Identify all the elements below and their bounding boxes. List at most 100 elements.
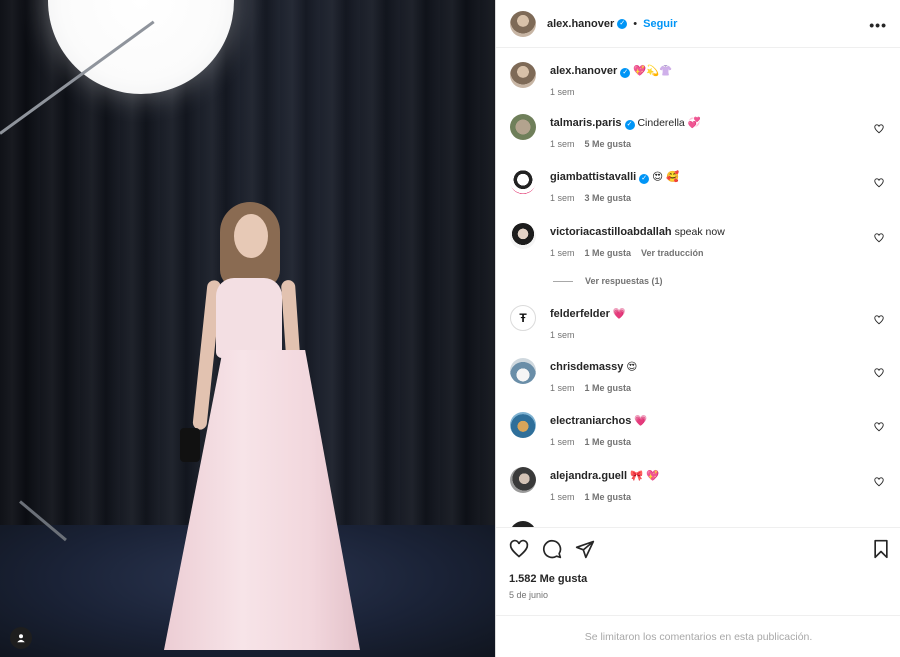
tagged-users-button[interactable] — [10, 627, 32, 649]
comment-likes[interactable]: 3 Me gusta — [585, 193, 632, 203]
comment-text: 😍 — [626, 361, 638, 373]
commenter-avatar[interactable]: Ŧ — [510, 305, 536, 331]
verified-badge-icon: ✓ — [620, 68, 631, 78]
comment-time[interactable]: 1 sem — [550, 492, 575, 502]
send-icon[interactable] — [575, 539, 595, 559]
commenter-avatar[interactable] — [510, 114, 536, 140]
pink-gown — [164, 350, 360, 650]
comment-body: chrisdemassy 😍 1 sem 1 Me gusta — [550, 360, 870, 393]
commenter-avatar[interactable] — [510, 412, 536, 438]
comment-username[interactable]: alejandra.guell — [550, 470, 627, 482]
model-figure — [150, 200, 390, 657]
comment-likes[interactable]: 1 Me gusta — [585, 248, 632, 258]
comment-text: speak now — [674, 226, 725, 238]
like-comment-icon[interactable] — [874, 315, 884, 325]
post-header: alex.hanover ✓ • Seguir ••• — [496, 0, 900, 48]
comment-likes[interactable]: 5 Me gusta — [585, 139, 632, 149]
commenter-avatar[interactable] — [510, 168, 536, 194]
like-comment-icon[interactable] — [874, 124, 884, 134]
author-info: alex.hanover ✓ • Seguir — [547, 18, 677, 30]
comment-line: felderfelder 💗 — [550, 307, 870, 321]
comment-body: alex.hanover ✓ 💖💫👚 1 sem — [550, 64, 870, 97]
comment-meta: 1 sem — [550, 330, 870, 340]
commenter-avatar[interactable] — [510, 62, 536, 88]
commenter-avatar[interactable] — [510, 467, 536, 493]
commenter-avatar[interactable] — [510, 223, 536, 249]
comment-username[interactable]: chrisdemassy — [550, 361, 623, 373]
view-replies-label: Ver respuestas (1) — [585, 276, 663, 286]
commenter-avatar[interactable] — [510, 358, 536, 384]
heart-icon[interactable] — [509, 539, 529, 559]
author-username[interactable]: alex.hanover — [547, 18, 614, 30]
bodice — [216, 278, 282, 358]
comment-body: victoriacastilloabdallah speak now 1 sem… — [550, 225, 870, 258]
comment-username[interactable]: victoriacastilloabdallah — [550, 226, 672, 238]
comment-username[interactable]: giambattistavalli — [550, 171, 636, 183]
author-avatar[interactable] — [510, 10, 536, 37]
comment-likes[interactable]: 1 Me gusta — [585, 437, 632, 447]
comment-meta: 1 sem 3 Me gusta — [550, 193, 870, 203]
comment-line: talmaris.paris ✓ Cinderella 💞 — [550, 116, 870, 130]
comment-username[interactable]: felderfelder — [550, 308, 610, 320]
verified-badge-icon: ✓ — [617, 18, 628, 29]
view-replies-button[interactable]: Ver respuestas (1) — [553, 276, 663, 286]
post-actions: 1.582 Me gusta 5 de junio — [496, 527, 900, 615]
comment-time[interactable]: 1 sem — [550, 193, 575, 203]
comment-text: 💖💫👚 — [633, 65, 673, 77]
comment-line: victoriacastilloabdallah speak now — [550, 225, 870, 239]
comment-text: 💗 — [612, 308, 626, 320]
like-comment-icon[interactable] — [874, 368, 884, 378]
like-comment-icon[interactable] — [874, 422, 884, 432]
comment-meta: 1 sem 1 Me gusta Ver traducción — [550, 248, 870, 258]
replies-divider — [553, 280, 573, 282]
see-translation-link[interactable]: Ver traducción — [641, 248, 704, 258]
comments-list[interactable]: alex.hanover ✓ 💖💫👚 1 sem talmaris.paris ✓ … — [496, 48, 900, 527]
comments-disabled-text: Se limitaron los comentarios en esta pub… — [584, 630, 813, 643]
comments-disabled-notice: Se limitaron los comentarios en esta pub… — [496, 615, 900, 657]
comment-text: 💗 — [634, 415, 648, 427]
more-options-icon[interactable]: ••• — [869, 17, 887, 33]
comment-time[interactable]: 1 sem — [550, 139, 575, 149]
comment-username[interactable]: talmaris.paris — [550, 117, 622, 129]
comment-time[interactable]: 1 sem — [550, 437, 575, 447]
comment-line: giambattistavalli ✓ 😍 🥰 — [550, 170, 870, 184]
separator-dot: • — [633, 17, 638, 30]
comment-body: electraniarchos 💗 1 sem 1 Me gusta — [550, 414, 870, 447]
comment-body: alejandra.guell 🎀 💖 1 sem 1 Me gusta — [550, 469, 870, 502]
post-photo[interactable] — [0, 0, 495, 657]
comment-line: alejandra.guell 🎀 💖 — [550, 469, 870, 483]
like-count[interactable]: 1.582 Me gusta — [509, 573, 587, 585]
comment-meta: 1 sem 1 Me gusta — [550, 437, 870, 447]
post-date[interactable]: 5 de junio — [509, 590, 548, 600]
comment-text: 🎀 💖 — [629, 470, 660, 482]
comment-username[interactable]: electraniarchos — [550, 415, 631, 427]
black-clutch — [180, 428, 200, 462]
comment-time[interactable]: 1 sem — [550, 248, 575, 258]
post-modal: alex.hanover ✓ • Seguir ••• alex.hanover… — [0, 0, 900, 657]
like-comment-icon[interactable] — [874, 233, 884, 243]
comment-text: 😍 🥰 — [652, 171, 680, 183]
comment-likes[interactable]: 1 Me gusta — [585, 492, 632, 502]
comment-body: talmaris.paris ✓ Cinderella 💞 1 sem 5 Me g… — [550, 116, 870, 149]
follow-button[interactable]: Seguir — [643, 18, 677, 30]
bookmark-icon[interactable] — [871, 539, 891, 559]
like-comment-icon[interactable] — [874, 178, 884, 188]
comment-line: alex.hanover ✓ 💖💫👚 — [550, 64, 870, 78]
comment-icon[interactable] — [542, 539, 562, 559]
comment-meta: 1 sem 1 Me gusta — [550, 492, 870, 502]
comment-meta: 1 sem 5 Me gusta — [550, 139, 870, 149]
user-icon — [17, 634, 25, 643]
comment-username[interactable]: alex.hanover — [550, 65, 617, 77]
post-sidebar: alex.hanover ✓ • Seguir ••• alex.hanover… — [495, 0, 900, 657]
comment-text: Cinderella 💞 — [637, 117, 701, 129]
face — [234, 214, 268, 258]
comment-line: electraniarchos 💗 — [550, 414, 870, 428]
comment-body: felderfelder 💗 1 sem — [550, 307, 870, 340]
comment-line: chrisdemassy 😍 — [550, 360, 870, 374]
comment-time[interactable]: 1 sem — [550, 330, 575, 340]
like-comment-icon[interactable] — [874, 477, 884, 487]
comment-body: giambattistavalli ✓ 😍 🥰 1 sem 3 Me gusta — [550, 170, 870, 203]
comment-time[interactable]: 1 sem — [550, 87, 575, 97]
comment-likes[interactable]: 1 Me gusta — [585, 383, 632, 393]
comment-time[interactable]: 1 sem — [550, 383, 575, 393]
